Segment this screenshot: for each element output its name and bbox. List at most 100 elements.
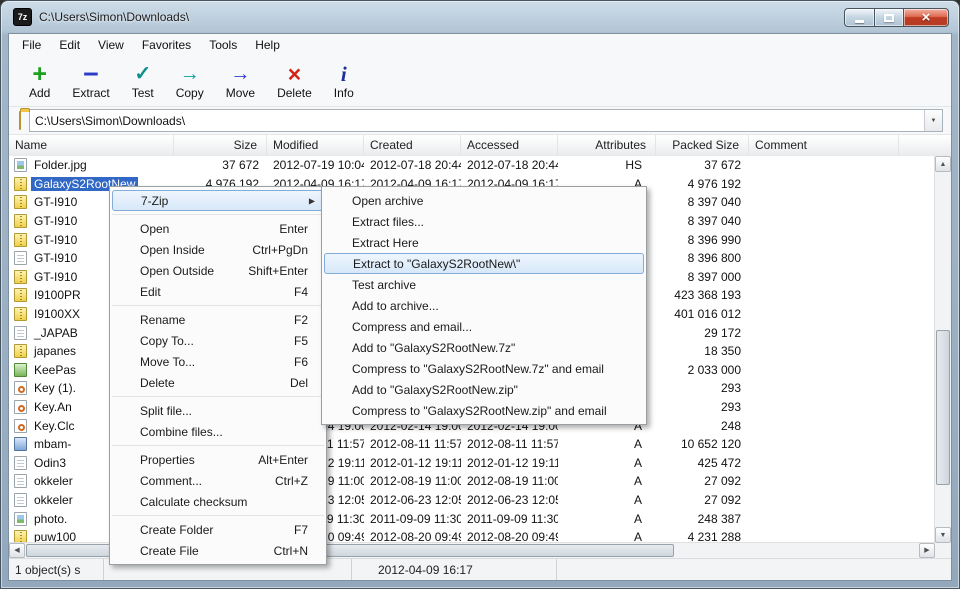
menu-item-test-archive[interactable]: Test archive [322, 274, 646, 295]
column-header-name[interactable]: Name [9, 135, 174, 156]
menu-item-label: Test archive [352, 278, 416, 292]
cell-created: 2011-09-09 11:30 [364, 512, 461, 526]
menu-item-shortcut: Del [272, 376, 308, 390]
menu-item-compress-to-galaxys2rootnew-7z-and-email[interactable]: Compress to "GalaxyS2RootNew.7z" and ema… [322, 358, 646, 379]
archive-icon [14, 344, 27, 358]
menu-item-shortcut: Alt+Enter [240, 453, 308, 467]
menu-item-copy-to[interactable]: Copy To...F5 [110, 330, 326, 351]
column-header-packed-size[interactable]: Packed Size [656, 135, 749, 156]
folder-up-button[interactable] [19, 112, 21, 130]
file-name: Odin3 [31, 456, 69, 470]
column-header-modified[interactable]: Modified [267, 135, 364, 156]
address-combo[interactable]: ▼ [29, 109, 943, 132]
scrollbar-corner [935, 543, 951, 558]
menu-item-combine-files[interactable]: Combine files... [110, 421, 326, 442]
menu-item-open-inside[interactable]: Open InsideCtrl+PgDn [110, 239, 326, 260]
address-input[interactable] [30, 110, 924, 131]
test-icon: ✓ [134, 62, 151, 86]
address-dropdown-button[interactable]: ▼ [924, 110, 942, 131]
vertical-scrollbar-thumb[interactable] [936, 330, 950, 485]
menu-item-compress-and-email[interactable]: Compress and email... [322, 316, 646, 337]
menu-item-shortcut: F5 [276, 334, 308, 348]
menu-item-compress-to-galaxys2rootnew-zip-and-email[interactable]: Compress to "GalaxyS2RootNew.zip" and em… [322, 400, 646, 421]
scroll-left-button[interactable]: ◀ [9, 543, 25, 558]
toolbar-label: Copy [176, 86, 204, 100]
menu-item-extract-files[interactable]: Extract files... [322, 211, 646, 232]
menubar-item-tools[interactable]: Tools [200, 35, 246, 55]
menu-item-7-zip[interactable]: 7-Zip▶ [112, 190, 324, 211]
menu-item-add-to-galaxys2rootnew-7z[interactable]: Add to "GalaxyS2RootNew.7z" [322, 337, 646, 358]
menu-item-open-outside[interactable]: Open OutsideShift+Enter [110, 260, 326, 281]
vertical-scrollbar[interactable]: ▲ ▼ [934, 156, 951, 543]
file-name: photo. [31, 512, 70, 526]
menu-item-create-folder[interactable]: Create FolderF7 [110, 519, 326, 540]
menu-item-delete[interactable]: DeleteDel [110, 372, 326, 393]
toolbar-delete-button[interactable]: ×Delete [269, 60, 320, 102]
menu-item-label: Compress and email... [352, 320, 472, 334]
cell-accessed: 2012-08-19 11:00 [461, 474, 558, 488]
toolbar-copy-button[interactable]: →Copy [168, 60, 212, 102]
column-header-attributes[interactable]: Attributes [558, 135, 656, 156]
cell-created: 2012-08-19 11:00 [364, 474, 461, 488]
menu-item-label: Combine files... [140, 425, 223, 439]
menu-item-split-file[interactable]: Split file... [110, 400, 326, 421]
menubar-item-file[interactable]: File [13, 35, 50, 55]
menu-item-shortcut: Ctrl+Z [257, 474, 308, 488]
menu-item-open[interactable]: OpenEnter [110, 218, 326, 239]
minimize-icon [855, 20, 864, 23]
menu-item-label: Calculate checksum [140, 495, 247, 509]
cell-created: 2012-01-12 19:11 [364, 456, 461, 470]
menu-item-label: Create File [140, 544, 199, 558]
cell-attributes: A [558, 493, 656, 507]
menu-item-add-to-archive[interactable]: Add to archive... [322, 295, 646, 316]
menu-item-open-archive[interactable]: Open archive [322, 190, 646, 211]
cell-attributes: A [558, 474, 656, 488]
menu-item-shortcut: Shift+Enter [230, 264, 308, 278]
menu-item-label: 7-Zip [141, 194, 168, 208]
addressbar: ▼ [9, 107, 951, 135]
menubar-item-view[interactable]: View [89, 35, 133, 55]
chevron-down-icon: ▼ [931, 118, 937, 124]
menu-item-add-to-galaxys2rootnew-zip[interactable]: Add to "GalaxyS2RootNew.zip" [322, 379, 646, 400]
column-header-accessed[interactable]: Accessed [461, 135, 558, 156]
menu-item-shortcut: Ctrl+N [256, 544, 308, 558]
column-header-created[interactable]: Created [364, 135, 461, 156]
menu-item-extract-to-galaxys2rootnew[interactable]: Extract to "GalaxyS2RootNew\" [324, 253, 644, 274]
scroll-right-button[interactable]: ▶ [919, 543, 935, 558]
menu-item-extract-here[interactable]: Extract Here [322, 232, 646, 253]
menu-separator [112, 515, 324, 516]
menu-item-move-to[interactable]: Move To...F6 [110, 351, 326, 372]
menu-item-rename[interactable]: RenameF2 [110, 309, 326, 330]
minimize-button[interactable] [844, 8, 874, 27]
toolbar-move-button[interactable]: →Move [218, 60, 263, 102]
add-icon: + [32, 62, 47, 86]
menu-item-label: Compress to "GalaxyS2RootNew.7z" and ema… [352, 362, 604, 376]
scroll-up-button[interactable]: ▲ [935, 156, 951, 172]
maximize-button[interactable] [874, 8, 903, 27]
menu-item-properties[interactable]: PropertiesAlt+Enter [110, 449, 326, 470]
menu-item-edit[interactable]: EditF4 [110, 281, 326, 302]
toolbar-add-button[interactable]: +Add [21, 60, 58, 102]
column-header-size[interactable]: Size [174, 135, 267, 156]
toolbar-info-button[interactable]: iInfo [326, 60, 362, 102]
menubar-item-help[interactable]: Help [246, 35, 289, 55]
titlebar[interactable]: 7z C:\Users\Simon\Downloads\ × [1, 1, 959, 33]
menu-item-comment[interactable]: Comment...Ctrl+Z [110, 470, 326, 491]
menu-item-shortcut: F2 [276, 313, 308, 327]
menubar-item-edit[interactable]: Edit [50, 35, 89, 55]
cell-accessed: 2011-09-09 11:30 [461, 512, 558, 526]
menu-item-calculate-checksum[interactable]: Calculate checksum [110, 491, 326, 512]
menu-item-label: Add to "GalaxyS2RootNew.7z" [352, 341, 515, 355]
scroll-down-button[interactable]: ▼ [935, 527, 951, 543]
cell-packed-size: 18 350 [656, 344, 749, 358]
close-button[interactable]: × [903, 8, 949, 27]
table-row[interactable]: Folder.jpg37 6722012-07-19 10:042012-07-… [9, 156, 935, 175]
toolbar-test-button[interactable]: ✓Test [124, 60, 162, 102]
column-header-comment[interactable]: Comment [749, 135, 899, 156]
cell-accessed: 2012-06-23 12:05 [461, 493, 558, 507]
menu-item-create-file[interactable]: Create File Ctrl+N [110, 540, 326, 561]
cell-packed-size: 27 092 [656, 474, 749, 488]
toolbar-extract-button[interactable]: −Extract [64, 60, 117, 102]
menubar-item-favorites[interactable]: Favorites [133, 35, 200, 55]
list-header: NameSizeModifiedCreatedAccessedAttribute… [9, 135, 951, 157]
